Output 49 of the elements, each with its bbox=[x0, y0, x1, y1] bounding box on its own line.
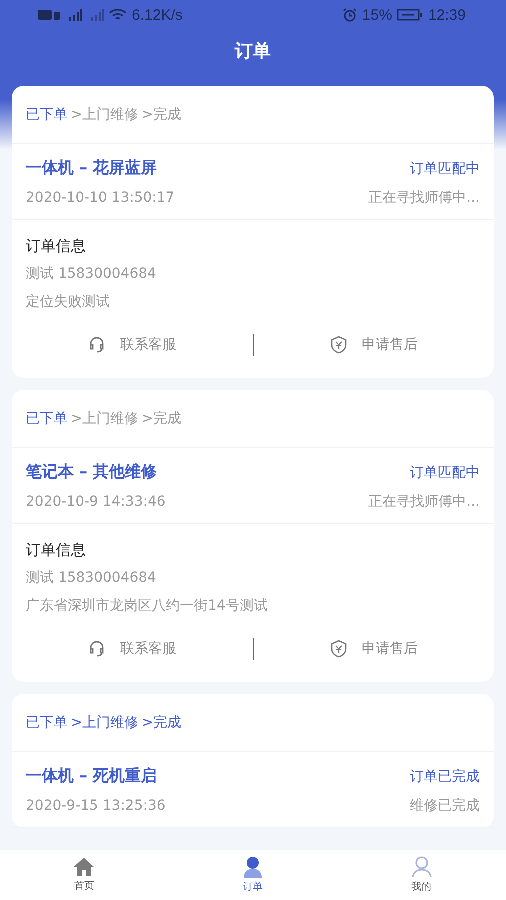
clock: 12:39 bbox=[428, 6, 466, 24]
order-title: 一体机 – 花屏蓝屏 bbox=[26, 158, 158, 179]
nav-tab[interactable]: 订单 bbox=[168, 850, 338, 900]
order-status: 订单匹配中 bbox=[410, 464, 480, 482]
page-title: 订单 bbox=[234, 40, 272, 64]
home-icon bbox=[73, 857, 96, 877]
signal-icon bbox=[88, 9, 104, 21]
alarm-icon bbox=[343, 8, 358, 22]
order-date: 2020-10-10 13:50:17 bbox=[26, 190, 175, 206]
info-line: 定位失败测试 bbox=[26, 293, 111, 312]
network-speed: 6.12K/s bbox=[132, 6, 183, 24]
action-button[interactable]: 联系客服 bbox=[12, 639, 252, 659]
shield-icon bbox=[330, 336, 348, 354]
info-heading: 订单信息 bbox=[26, 540, 87, 561]
progress-step: >完成 bbox=[142, 106, 182, 124]
action-button[interactable]: 申请售后 bbox=[254, 639, 494, 659]
action-button[interactable]: 申请售后 bbox=[254, 335, 494, 355]
nav-tab[interactable]: 我的 bbox=[337, 850, 506, 900]
progress-step: >完成 bbox=[142, 714, 182, 732]
shield-icon bbox=[330, 640, 348, 658]
order-status: 订单匹配中 bbox=[410, 160, 480, 178]
progress-step: >完成 bbox=[142, 410, 182, 428]
wifi-icon bbox=[109, 8, 127, 22]
progress-step: 已下单 bbox=[26, 106, 68, 124]
progress-step: >上门维修 bbox=[71, 714, 139, 732]
info-line: 测试 15830004684 bbox=[26, 569, 158, 588]
order-note: 正在寻找师傅中... bbox=[368, 492, 480, 510]
progress-step: 已下单 bbox=[26, 714, 68, 732]
order-date: 2020-9-15 13:25:36 bbox=[26, 798, 166, 814]
battery-icon bbox=[397, 9, 424, 21]
info-heading: 订单信息 bbox=[26, 236, 87, 257]
headset-icon bbox=[88, 336, 106, 354]
order-status: 订单已完成 bbox=[410, 768, 480, 786]
progress-step: >上门维修 bbox=[71, 410, 139, 428]
order-title: 笔记本 – 其他维修 bbox=[26, 462, 158, 483]
nav-tab[interactable]: 首页 bbox=[0, 850, 169, 900]
battery-percent: 15% bbox=[362, 6, 392, 24]
order-note: 维修已完成 bbox=[410, 796, 480, 814]
order-note: 正在寻找师傅中... bbox=[368, 188, 480, 206]
person-icon bbox=[242, 856, 264, 878]
action-button[interactable]: 联系客服 bbox=[12, 335, 252, 355]
info-line: 测试 15830004684 bbox=[26, 265, 158, 284]
progress-step: 已下单 bbox=[26, 410, 68, 428]
headset-icon bbox=[88, 640, 106, 658]
order-date: 2020-10-9 14:33:46 bbox=[26, 494, 166, 510]
person-icon bbox=[410, 856, 433, 878]
progress-step: >上门维修 bbox=[71, 106, 139, 124]
info-line: 广东省深圳市龙岗区八约一街14号测试 bbox=[26, 597, 269, 616]
order-title: 一体机 – 死机重启 bbox=[26, 766, 158, 787]
